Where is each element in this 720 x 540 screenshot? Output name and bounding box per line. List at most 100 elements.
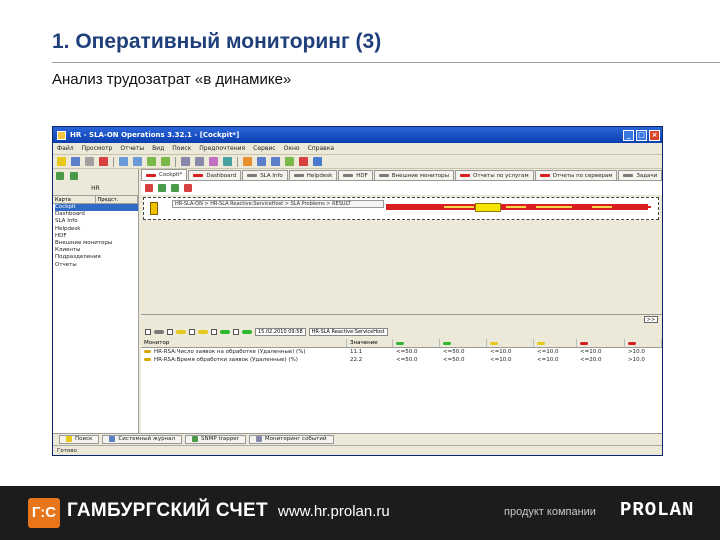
status-pill (242, 329, 252, 334)
paste-icon[interactable] (133, 157, 142, 166)
navigator-item[interactable]: SLA Info (55, 218, 138, 225)
threshold-cell: <=10.0 (537, 357, 559, 363)
status-pill (460, 174, 470, 177)
col-value[interactable]: Значение (347, 339, 393, 347)
layout-icon[interactable] (271, 157, 280, 166)
open-icon[interactable] (57, 157, 66, 166)
window-titlebar[interactable]: HR - SLA-ON Operations 3.32.1 - [Cockpit… (53, 127, 662, 143)
add-monitor-icon[interactable] (158, 184, 166, 192)
filter-checkbox[interactable] (211, 328, 217, 335)
remove-icon[interactable] (184, 184, 192, 192)
tab-snmp[interactable]: SNMP trapper (185, 434, 246, 444)
tab-system-log[interactable]: Системный журнал (102, 434, 183, 444)
alert-icon[interactable] (243, 157, 252, 166)
tab-search[interactable]: Поиск (59, 434, 100, 444)
menu-tools[interactable]: Сервис (253, 145, 275, 152)
close-button[interactable]: × (649, 129, 660, 141)
menu-reports[interactable]: Отчеты (120, 145, 144, 152)
footer-banner: Г:С ГАМБУРГСКИЙ СЧЕТ www.hr.prolan.ru пр… (0, 486, 720, 540)
filter-checkbox[interactable] (167, 328, 173, 335)
tab-service-reports[interactable]: Отчеты по услугам (455, 170, 534, 180)
website-link[interactable]: www.hr.prolan.ru (278, 503, 390, 520)
filter-icon[interactable] (181, 157, 190, 166)
menu-window[interactable]: Окно (284, 145, 300, 152)
menu-file[interactable]: Файл (57, 145, 74, 152)
table-row[interactable]: HR-RSA:Время обработки заявок (Удаленные… (141, 356, 662, 364)
minimize-button[interactable]: _ (623, 129, 634, 141)
app-window: HR - SLA-ON Operations 3.32.1 - [Cockpit… (52, 126, 663, 456)
filter-checkbox[interactable] (145, 328, 151, 335)
help-icon[interactable] (313, 157, 322, 166)
filter-checkbox[interactable] (189, 328, 195, 335)
maximize-button[interactable]: □ (636, 129, 647, 141)
menu-help[interactable]: Справка (308, 145, 334, 152)
navigator-col-view[interactable]: Предст. (96, 196, 138, 203)
chart-icon[interactable] (209, 157, 218, 166)
save-icon[interactable] (71, 157, 80, 166)
close-doc-icon[interactable] (99, 157, 108, 166)
tab-dashboard[interactable]: Dashboard (188, 170, 242, 180)
path-filter-field[interactable]: HR-SLA Reactive:ServiceHost (308, 327, 388, 336)
tab-tasks[interactable]: Задачи (618, 170, 662, 180)
filter-checkbox[interactable] (233, 328, 239, 335)
grid-icon[interactable] (257, 157, 266, 166)
refresh-icon[interactable] (223, 157, 232, 166)
navigator-item[interactable]: Dashboard (55, 211, 138, 218)
add-icon[interactable] (56, 172, 64, 180)
monitor-icon[interactable] (285, 157, 294, 166)
tab-hdf[interactable]: HDF (338, 170, 373, 180)
tab-label: Dashboard (206, 172, 237, 179)
stop-icon[interactable] (299, 157, 308, 166)
navigator-item[interactable]: Отчеты (55, 262, 138, 269)
edit-icon[interactable] (171, 184, 179, 192)
tab-event-monitoring[interactable]: Мониторинг событий (248, 434, 334, 444)
timeline-marker[interactable] (475, 203, 501, 212)
col-yellow-max[interactable] (534, 339, 577, 347)
navigator-item[interactable]: Подразделения (55, 254, 138, 261)
tab-server-reports[interactable]: Отчеты по серверам (534, 170, 618, 180)
col-green-max[interactable] (440, 339, 487, 347)
delete-icon[interactable] (145, 184, 153, 192)
navigator-item[interactable]: HDF (55, 233, 138, 240)
menu-view[interactable]: Просмотр (82, 145, 113, 152)
navigator-header: Карта Предст. (53, 195, 138, 204)
tab-sla-info[interactable]: SLA Info (242, 170, 288, 180)
view-tabs: Cockpit* Dashboard SLA Info Helpdesk HDF… (141, 169, 662, 181)
brand-name: ГАМБУРГСКИЙ СЧЕТ (67, 500, 268, 521)
tab-label: Поиск (75, 436, 93, 442)
col-green-min[interactable] (393, 339, 440, 347)
sort-icon[interactable] (195, 157, 204, 166)
arrow-up-icon[interactable] (147, 157, 156, 166)
tab-external-monitors[interactable]: Внешние мониторы (373, 170, 454, 180)
status-pill (176, 329, 186, 334)
navigator-item[interactable]: Внешние мониторы (55, 240, 138, 247)
col-monitor[interactable]: Монитор (141, 339, 347, 347)
arrow-down-icon[interactable] (161, 157, 170, 166)
panel-splitter[interactable]: >> (141, 314, 662, 324)
threshold-cell: <=50.0 (443, 357, 465, 363)
navigator-col-map[interactable]: Карта (53, 196, 96, 203)
col-red-min[interactable] (577, 339, 625, 347)
copy-icon[interactable] (119, 157, 128, 166)
navigator-item[interactable]: Cockpit (55, 204, 138, 212)
col-yellow-min[interactable] (487, 339, 534, 347)
menu-search[interactable]: Поиск (172, 145, 191, 152)
navigator-item[interactable]: Клиенты (55, 247, 138, 254)
table-row[interactable]: HR-RSA:Число заявок на обработке (Удален… (141, 348, 662, 356)
timeline-panel[interactable]: HR-SLA-ON > HR-SLA Reactive:ServiceHost … (143, 197, 659, 220)
threshold-cell: <=10.0 (537, 349, 559, 355)
check-icon[interactable] (70, 172, 78, 180)
toolbar-separator (113, 156, 114, 167)
menu-preferences[interactable]: Предпочтения (199, 145, 245, 152)
threshold-cell: <=10.0 (580, 349, 602, 355)
expand-button[interactable]: >> (644, 316, 658, 323)
monitor-cell: HR-RSA:Число заявок на обработке (Удален… (141, 348, 347, 356)
menu-display[interactable]: Вид (152, 145, 164, 152)
timeline-end-marker (646, 206, 651, 208)
tab-helpdesk[interactable]: Helpdesk (288, 170, 338, 180)
navigator-item[interactable]: Helpdesk (55, 226, 138, 233)
cut-icon[interactable] (85, 157, 94, 166)
tab-cockpit[interactable]: Cockpit* (141, 169, 188, 180)
col-red-max[interactable] (625, 339, 662, 347)
date-filter-field[interactable]: 15.02.2010 09:58 (255, 327, 306, 336)
